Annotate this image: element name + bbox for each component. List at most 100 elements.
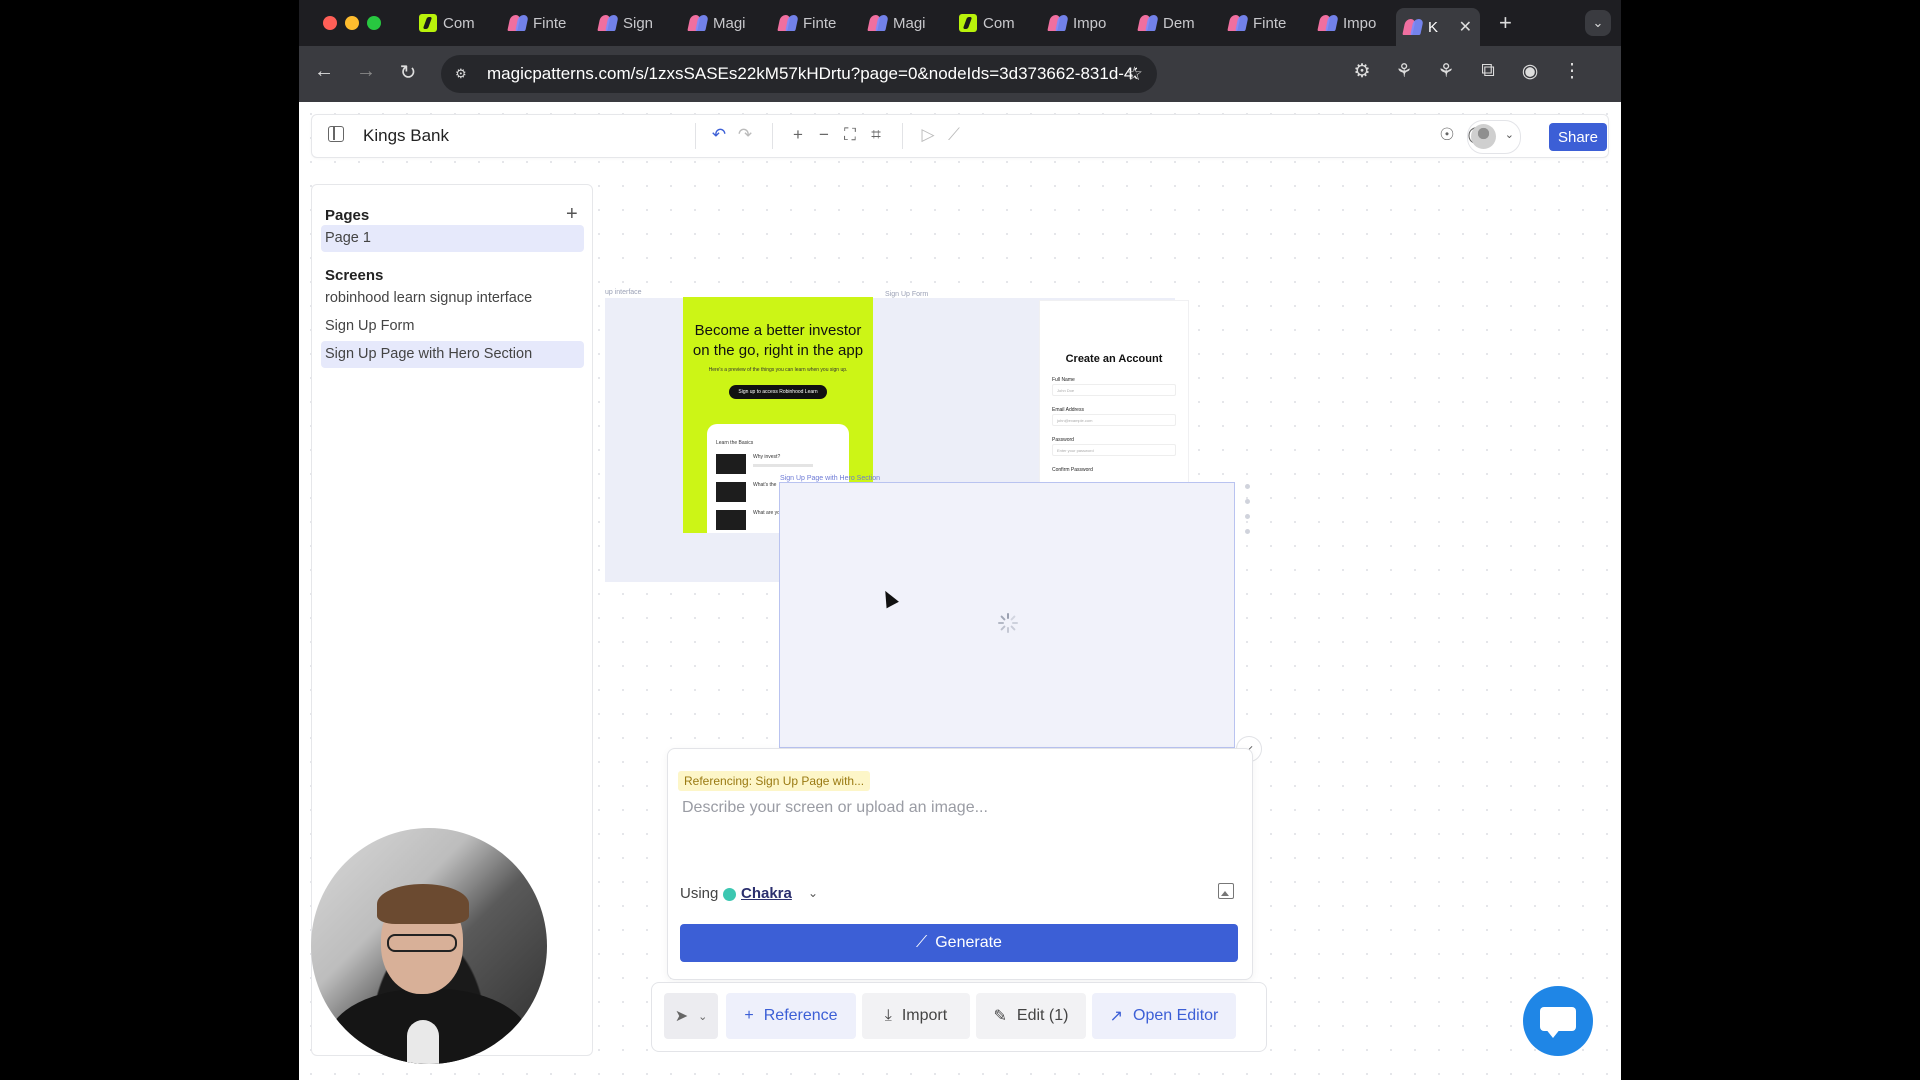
form-title: Create an Account [1065, 353, 1163, 365]
browser-tab[interactable]: Finte [501, 9, 585, 37]
open-editor-button[interactable]: ↗ Open Editor [1092, 993, 1236, 1039]
browser-tab[interactable]: Finte [771, 9, 855, 37]
lesson-title: What are yo [753, 510, 780, 516]
browser-menu-icon[interactable]: ⋮ [1559, 60, 1585, 86]
open-editor-label: Open Editor [1133, 1007, 1219, 1024]
zoom-out-icon[interactable]: − [813, 125, 835, 145]
lesson-text-line [753, 464, 813, 467]
pages-heading: Pages [325, 207, 370, 224]
tab-label: Impo [1073, 14, 1107, 32]
minimize-window-button[interactable] [345, 16, 359, 30]
sign-up-form-preview[interactable]: Create an Account Full Name John Doe Ema… [1039, 300, 1189, 492]
hero-title: Become a better investor on the go, righ… [692, 322, 864, 359]
magic-patterns-icon [869, 14, 887, 32]
tab-search-chevron-icon[interactable]: ⌄ [1585, 10, 1611, 36]
tab-label: Finte [1253, 14, 1287, 32]
tab-strip: Com Finte Sign Magi Finte Magi Com Impo … [299, 0, 1621, 46]
download-icon: ⤓ [884, 1007, 892, 1024]
magic-wand-icon: ⟋ [916, 934, 928, 951]
profile-avatar-icon[interactable]: ◉ [1517, 60, 1543, 86]
browser-tab[interactable]: Impo [1041, 9, 1125, 37]
lesson-title: Why invest? [753, 454, 781, 460]
generate-button[interactable]: ⟋ Generate [680, 924, 1238, 962]
reload-icon[interactable]: ↻ [395, 60, 421, 85]
screen-item[interactable]: robinhood learn signup interface [321, 285, 584, 312]
close-window-button[interactable] [323, 16, 337, 30]
generate-label: Generate [935, 934, 1002, 951]
import-button[interactable]: ⤓ Import [862, 993, 970, 1039]
hero-subtitle: Here's a preview of the things you can l… [708, 367, 848, 373]
accessibility-icon[interactable]: ☉ [1436, 125, 1458, 145]
magic-patterns-icon [1139, 14, 1157, 32]
forward-arrow-icon[interactable]: → [353, 60, 379, 83]
magic-patterns-icon [509, 14, 527, 32]
redo-icon[interactable]: ↷ [734, 125, 756, 145]
edit-label: Edit (1) [1016, 1007, 1069, 1024]
lime-pen-icon [419, 14, 437, 32]
design-canvas[interactable]: Kings Bank ↶ ↷ + − ⛶ ⌗ ▷ ⟋ ☉ ◯ ⌄ Share P… [299, 102, 1621, 1080]
browser-tab[interactable]: Magi [681, 9, 765, 37]
avatar [1471, 124, 1496, 149]
collapse-screen-icon[interactable]: ⌗ [865, 125, 887, 145]
extensions-puzzle-icon[interactable]: ⧉ [1475, 60, 1501, 86]
close-tab-icon[interactable]: ✕ [1459, 17, 1472, 37]
prompt-input[interactable] [680, 797, 1244, 881]
project-title[interactable]: Kings Bank [363, 126, 449, 146]
browser-tab[interactable]: Impo [1311, 9, 1395, 37]
magic-patterns-icon [689, 14, 707, 32]
browser-tab[interactable]: Com [411, 9, 495, 37]
cursor-arrow-icon: ➤ [674, 1008, 689, 1025]
extension-gear-icon[interactable]: ⚙ [1349, 60, 1375, 86]
sidebar-toggle-icon[interactable] [328, 126, 344, 142]
frame-label: Sign Up Page with Hero Section [780, 475, 880, 482]
generating-screen-frame[interactable]: Sign Up Page with Hero Section [779, 475, 1235, 748]
magic-patterns-extension-icon[interactable]: ⚘ [1391, 60, 1417, 86]
browser-tab[interactable]: Magi [861, 9, 945, 37]
support-chat-button[interactable] [1523, 986, 1593, 1056]
form-label: Email Address [1052, 407, 1084, 413]
browser-tab[interactable]: Com [951, 9, 1035, 37]
fit-screen-icon[interactable]: ⛶ [839, 125, 861, 145]
referencing-chip[interactable]: Referencing: Sign Up Page with... [678, 771, 871, 791]
page-item[interactable]: Page 1 [321, 225, 584, 252]
zoom-in-icon[interactable]: + [787, 125, 809, 145]
reference-button[interactable]: + Reference [726, 993, 856, 1039]
play-icon[interactable]: ▷ [917, 125, 939, 145]
pointer-tool-button[interactable]: ➤ ⌄ [664, 993, 718, 1039]
form-label: Confirm Password [1052, 467, 1093, 473]
form-label: Full Name [1052, 377, 1075, 383]
editor-toolbar: Kings Bank ↶ ↷ + − ⛶ ⌗ ▷ ⟋ ☉ ◯ ⌄ Share [311, 114, 1609, 158]
bookmark-star-icon[interactable]: ☆ [1126, 63, 1143, 86]
address-bar-row: ← → ↻ ⚙ magicpatterns.com/s/1zxsSASEs22k… [299, 46, 1621, 102]
lesson-thumbnail [716, 482, 746, 502]
frame-handles[interactable] [1245, 484, 1251, 544]
browser-tab[interactable]: Sign [591, 9, 675, 37]
url-field[interactable]: ⚙ magicpatterns.com/s/1zxsSASEs22kM57kHD… [441, 55, 1157, 93]
user-menu[interactable]: ⌄ [1467, 120, 1521, 154]
tab-label: K [1428, 18, 1439, 36]
screen-item[interactable]: Sign Up Page with Hero Section [321, 341, 584, 368]
maximize-window-button[interactable] [367, 16, 381, 30]
new-tab-icon[interactable]: + [1499, 10, 1512, 36]
magic-patterns-color-extension-icon[interactable]: ⚘ [1433, 60, 1459, 86]
magic-patterns-icon [1404, 18, 1422, 36]
edit-button[interactable]: ✎ Edit (1) [976, 993, 1086, 1039]
tab-label: Impo [1343, 14, 1377, 32]
tab-label: Magi [713, 14, 746, 32]
screen-item[interactable]: Sign Up Form [321, 313, 584, 340]
image-upload-icon[interactable] [1218, 883, 1234, 899]
chevron-down-icon[interactable]: ⌄ [808, 886, 818, 900]
site-settings-icon[interactable]: ⚙ [455, 66, 471, 82]
browser-tab-active[interactable]: K ✕ [1396, 8, 1480, 46]
browser-tab[interactable]: Dem [1131, 9, 1215, 37]
undo-icon[interactable]: ↶ [708, 125, 730, 145]
component-library-select[interactable]: Chakra [741, 885, 792, 902]
tab-label: Finte [533, 14, 567, 32]
back-arrow-icon[interactable]: ← [311, 60, 337, 83]
browser-tab[interactable]: Finte [1221, 9, 1305, 37]
prototype-link-icon[interactable]: ⟋ [943, 125, 965, 145]
share-button[interactable]: Share [1549, 123, 1607, 151]
external-arrow-icon: ↗ [1109, 1008, 1123, 1025]
plus-icon: + [744, 1007, 754, 1024]
add-page-icon[interactable]: + [566, 203, 578, 226]
